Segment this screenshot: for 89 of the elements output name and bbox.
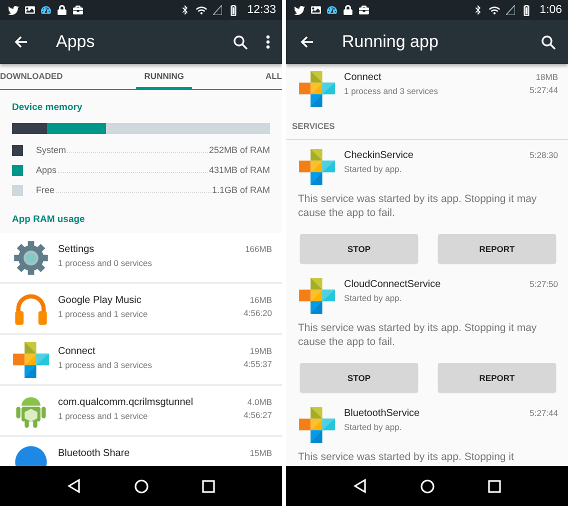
section-heading: App RAM usage [11, 213, 86, 227]
plus-icon [298, 70, 336, 108]
app-memory: 19MB [250, 346, 272, 356]
app-process-count: 1 process and 3 services [344, 86, 440, 96]
app-memory: 15MB [250, 448, 272, 458]
legend-value: 252MB of RAM [208, 145, 270, 155]
service-status: Started by app. [344, 422, 403, 432]
tab[interactable]: DOWNLOADED [0, 64, 71, 89]
legend-value: 1.1GB of RAM [212, 185, 270, 195]
app-row[interactable]: Google Play Music 1 process and 1 service 16MB 4:56:20 [0, 284, 282, 335]
briefcase-icon [73, 5, 83, 15]
plus-icon [298, 277, 336, 315]
app-name: com.qualcomm.qcrilmsgtunnel [58, 397, 194, 408]
app-memory: 4.0MB [247, 397, 272, 407]
recents-icon[interactable] [488, 480, 502, 492]
battery-icon [228, 4, 240, 16]
app-process-count: 1 process and 1 service [58, 309, 149, 319]
legend-value: 431MB of RAM [208, 165, 270, 175]
more-options-icon[interactable] [266, 35, 270, 49]
app-memory: 166MB [245, 244, 272, 254]
app-uptime: 4:56:20 [244, 308, 272, 318]
app-row[interactable]: Settings 1 process and 0 services 166MB [0, 233, 282, 284]
service-name: BluetoothService [344, 408, 421, 419]
stop-button[interactable]: STOP [300, 363, 418, 392]
app-row[interactable]: com.qualcomm.qcrilmsgtunnel 1 process and 1 service 4.0MB 4:56:27 [0, 386, 282, 437]
service-status: Started by app. [344, 164, 403, 174]
gear-icon [12, 239, 50, 277]
app-process-count: 1 process and 3 services [58, 360, 154, 370]
plus-icon [298, 406, 336, 444]
legend-label: System [36, 145, 66, 155]
back-icon[interactable] [66, 478, 81, 494]
stop-button[interactable]: STOP [300, 234, 418, 263]
app-uptime: 5:27:44 [530, 85, 558, 95]
service-uptime: 5:27:50 [530, 279, 558, 289]
wifi-icon [196, 4, 208, 16]
gauge-icon [41, 5, 51, 15]
app-name: Connect [58, 346, 96, 357]
app-row[interactable]: Connect 1 process and 3 services 19MB 4:55:37 [0, 335, 282, 386]
image-icon [25, 5, 35, 15]
toolbar-title: Apps [56, 32, 96, 52]
app-memory: 18MB [536, 72, 558, 82]
tab[interactable]: ALL [257, 64, 282, 89]
app-memory: 16MB [250, 295, 272, 305]
back-arrow-icon[interactable] [300, 35, 314, 49]
search-icon[interactable] [233, 34, 248, 50]
back-arrow-icon[interactable] [14, 35, 28, 49]
lock-icon [57, 5, 67, 15]
service-uptime: 5:28:30 [530, 150, 558, 160]
tab[interactable]: RUNNING [136, 64, 192, 89]
service-uptime: 5:27:44 [530, 408, 558, 418]
service-description: This service was started by its app. Stopping it may cause the app to fail. [298, 192, 538, 220]
home-icon[interactable] [134, 478, 149, 494]
back-icon[interactable] [352, 478, 367, 494]
toolbar-title: Running app [342, 32, 440, 52]
plus-icon [12, 341, 50, 379]
app-process-count: 1 process and 0 services [58, 258, 154, 268]
app-uptime: 4:56:27 [244, 410, 272, 420]
signal-icon [213, 5, 222, 15]
app-name: Google Play Music [58, 295, 142, 306]
home-icon[interactable] [420, 478, 435, 494]
app-name: Settings [58, 244, 96, 255]
section-heading: Device memory [11, 101, 84, 113]
service-name: CheckinService [344, 150, 414, 161]
bird-icon [294, 4, 305, 16]
app-uptime: 4:55:37 [244, 359, 272, 369]
app-name: Bluetooth Share [58, 448, 131, 459]
service-name: CloudConnectService [344, 279, 442, 290]
gauge-icon [327, 5, 337, 15]
image-icon [311, 5, 321, 15]
app-row[interactable]: Bluetooth Share 15MB [0, 437, 282, 466]
recents-icon[interactable] [202, 480, 216, 492]
service-description: This service was started by its app. Stopping it [298, 450, 515, 464]
service-description: This service was started by its app. Stopping it may cause the app to fail. [298, 321, 538, 349]
signal-icon [506, 5, 515, 15]
legend-label: Apps [36, 165, 57, 175]
wifi-icon [488, 4, 500, 16]
briefcase-icon [359, 5, 369, 15]
bird-icon [8, 4, 19, 16]
app-process-count: 1 process and 1 service [58, 411, 149, 421]
legend-label: Free [36, 185, 55, 195]
app-name: Connect [344, 72, 382, 83]
report-button[interactable]: REPORT [438, 363, 556, 392]
status-time: 12:33 [247, 4, 276, 16]
plus-icon [298, 148, 336, 186]
lock-icon [343, 5, 353, 15]
service-status: Started by app. [344, 293, 403, 303]
status-time: 1:06 [540, 4, 562, 16]
search-icon[interactable] [541, 34, 556, 50]
report-button[interactable]: REPORT [438, 234, 556, 263]
